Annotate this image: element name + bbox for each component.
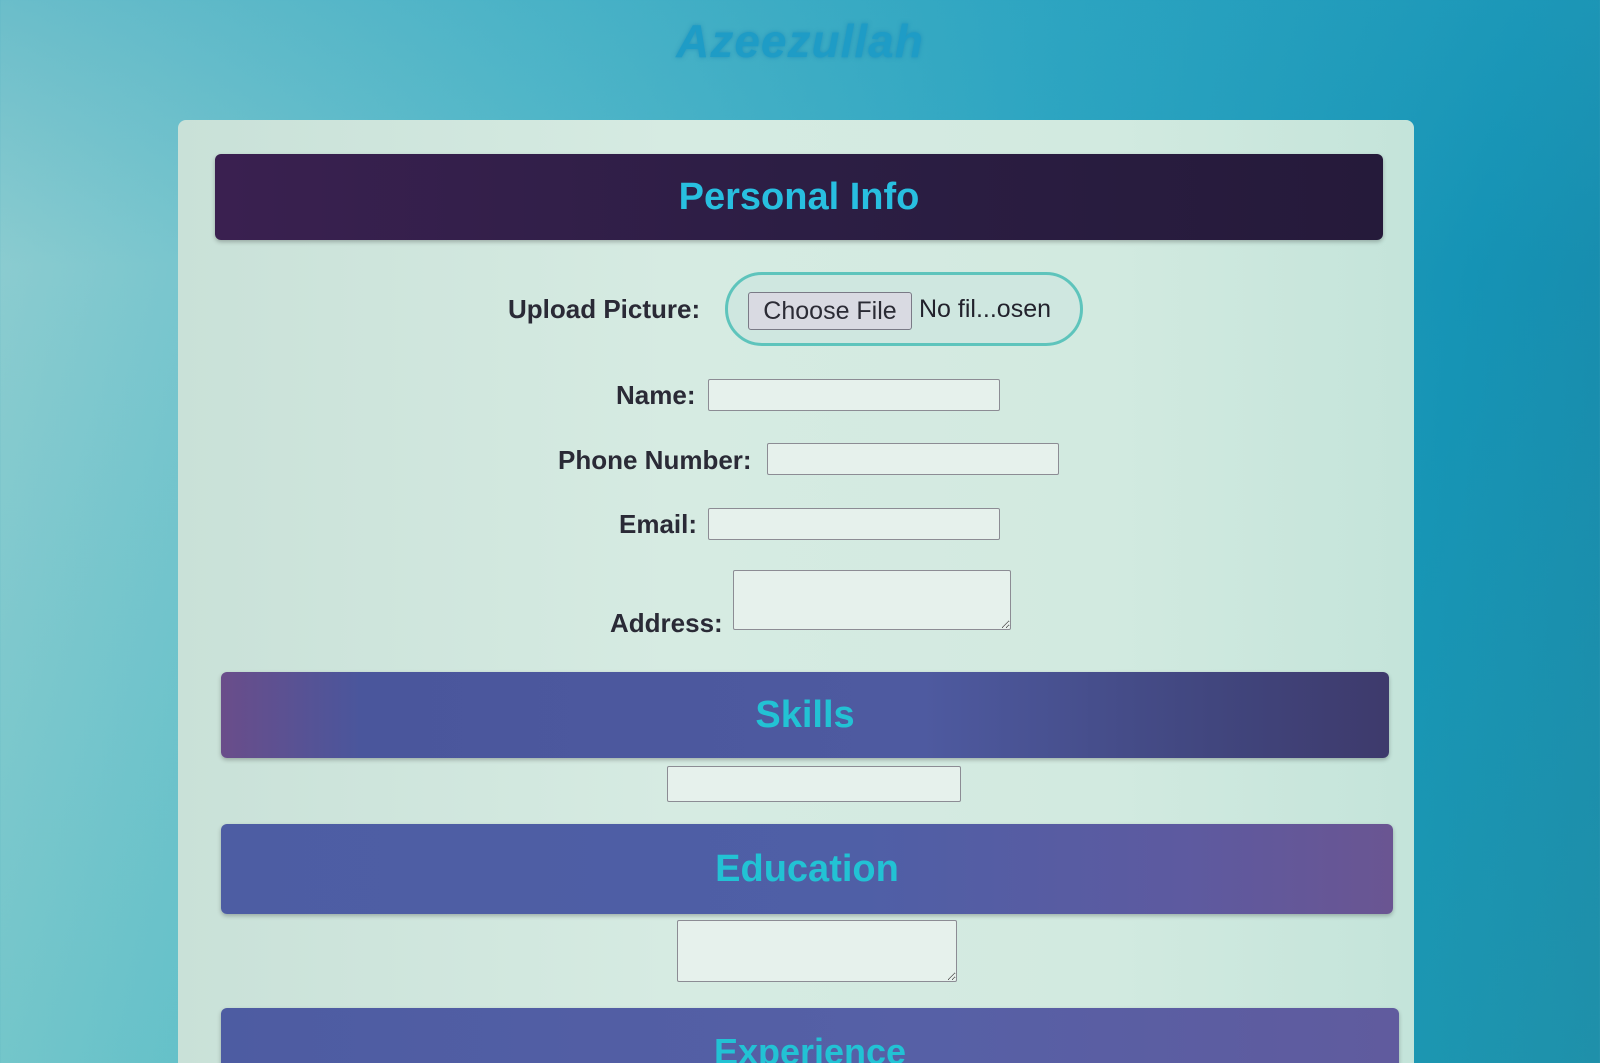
- site-title: Azeezullah: [676, 15, 924, 67]
- phone-number-label: Phone Number:: [558, 445, 752, 475]
- resume-form-card: Personal Info Upload Picture: Choose Fil…: [178, 120, 1414, 1063]
- skills-input[interactable]: [667, 766, 961, 802]
- name-label: Name:: [616, 380, 696, 410]
- address-textarea[interactable]: [733, 570, 1011, 630]
- choose-file-button[interactable]: Choose File: [748, 292, 912, 330]
- email-label: Email:: [619, 509, 698, 539]
- file-upload-control[interactable]: Choose File No fil...osen: [725, 272, 1083, 346]
- name-input[interactable]: [708, 379, 1000, 411]
- education-header: Education: [221, 824, 1393, 914]
- personal-info-header: Personal Info: [215, 154, 1383, 240]
- phone-number-input[interactable]: [767, 443, 1059, 475]
- experience-header: Experience: [221, 1008, 1399, 1063]
- address-label: Address:: [610, 608, 723, 638]
- education-textarea[interactable]: [677, 920, 957, 982]
- file-status-text: No fil...osen: [919, 295, 1052, 323]
- skills-header: Skills: [221, 672, 1389, 758]
- email-input[interactable]: [708, 508, 1000, 540]
- upload-picture-label: Upload Picture:: [508, 294, 701, 324]
